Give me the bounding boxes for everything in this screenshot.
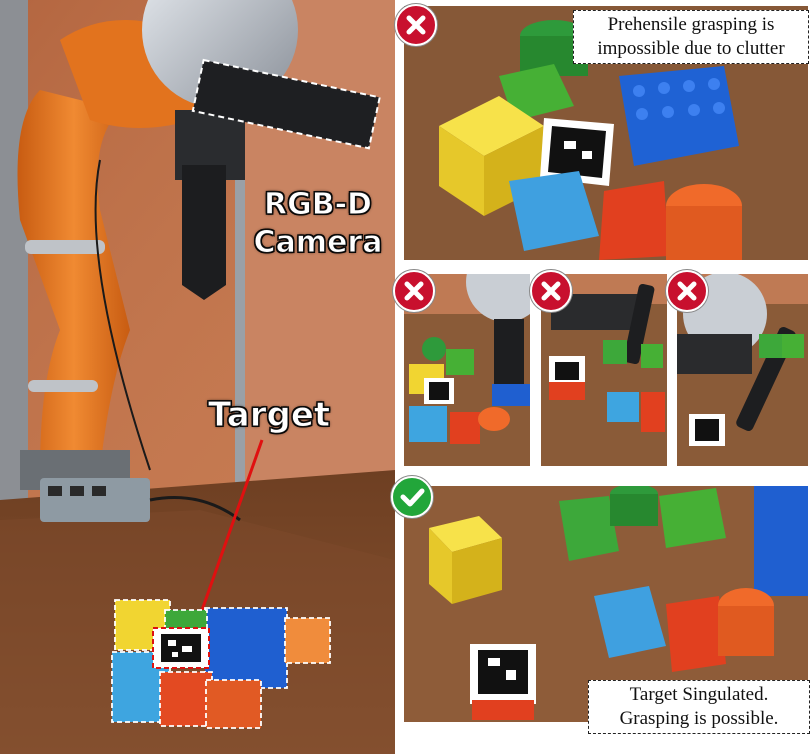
bottom-caption: Target Singulated. Grasping is possible.: [588, 680, 810, 734]
top-caption-line1: Prehensile grasping is: [607, 14, 775, 35]
cross-icon: [541, 281, 561, 301]
fail-badge-middle-3: [666, 270, 708, 312]
fail-badge-middle-1: [393, 270, 435, 312]
bottom-caption-line2: Grasping is possible.: [619, 708, 779, 729]
top-caption: Prehensile grasping is impossible due to…: [573, 10, 809, 64]
top-caption-line2: impossible due to clutter: [597, 38, 785, 59]
target-label: Target: [207, 395, 331, 436]
cross-icon: [406, 15, 426, 35]
cross-icon: [677, 281, 697, 301]
fail-badge-top: [395, 4, 437, 46]
fail-badge-middle-2: [530, 270, 572, 312]
bottom-caption-line1: Target Singulated.: [629, 684, 769, 705]
success-badge-bottom: [391, 476, 433, 518]
cross-icon: [404, 281, 424, 301]
check-icon: [400, 488, 425, 507]
camera-label: RGB-D Camera: [250, 186, 386, 262]
main-scene-photo: RGB-D Camera Target: [0, 0, 395, 754]
camera-label-line2: Camera: [253, 225, 383, 261]
camera-label-line1: RGB-D: [264, 187, 373, 223]
